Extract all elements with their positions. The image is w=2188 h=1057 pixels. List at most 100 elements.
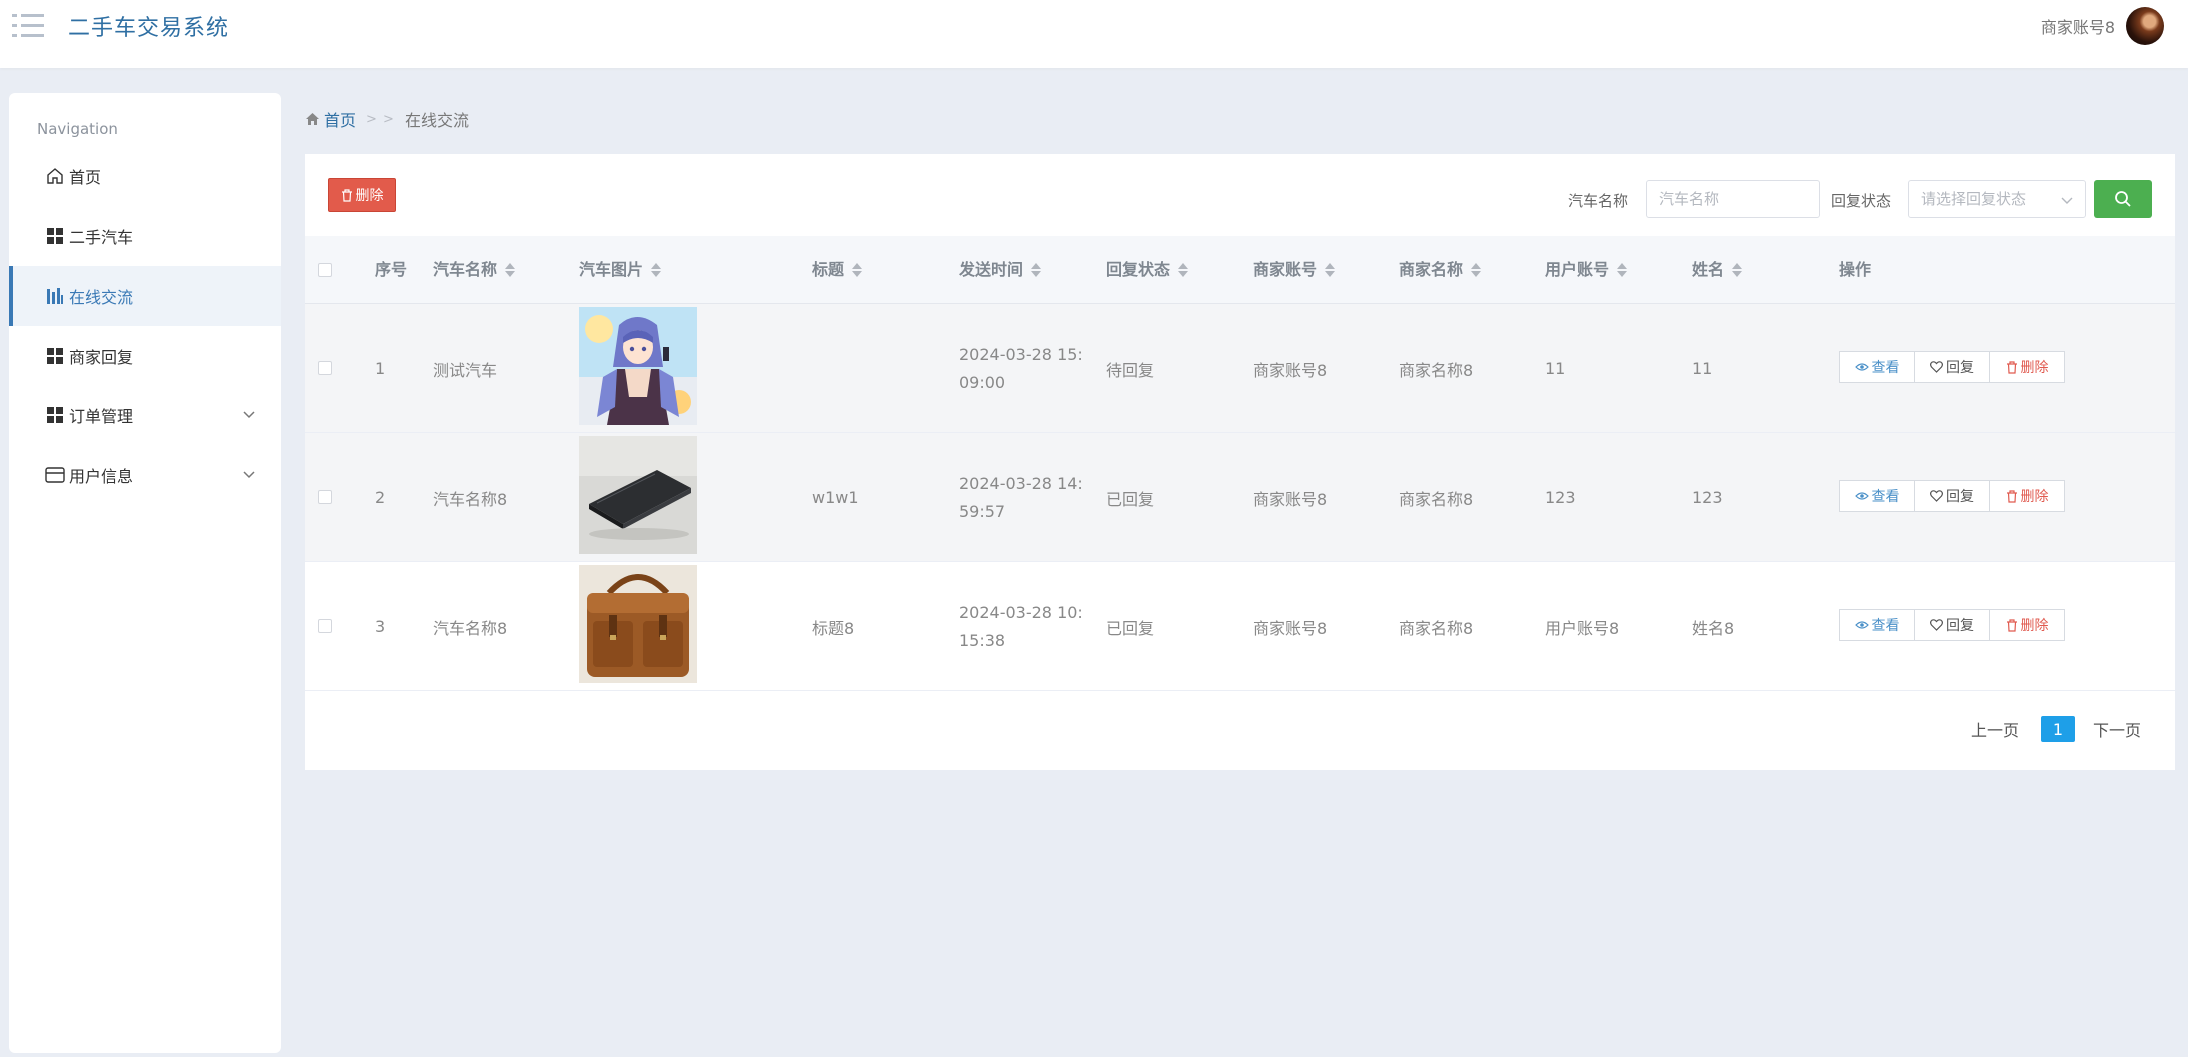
column-header-title[interactable]: 标题 [812, 236, 863, 304]
chevron-down-icon[interactable] [241, 406, 257, 422]
user-name[interactable]: 商家账号8 [2041, 14, 2115, 38]
breadcrumb-separator: > > [366, 111, 395, 127]
current-page-button[interactable]: 1 [2040, 716, 2075, 742]
sidebar-item-orders[interactable]: 订单管理 [9, 385, 281, 445]
row-reply-status: 已回复 [1106, 489, 1155, 509]
view-button[interactable]: 查看 [1839, 351, 1915, 383]
prev-page-button[interactable]: 上一页 [1971, 717, 2019, 741]
column-header-user-account[interactable]: 用户账号 [1545, 236, 1628, 304]
car-image-thumbnail[interactable] [579, 565, 697, 683]
column-header-index: 序号 [375, 260, 408, 279]
row-index: 1 [375, 359, 386, 378]
bulk-delete-button[interactable]: 删除 [328, 178, 396, 212]
chevron-down-icon[interactable] [241, 466, 257, 482]
table-row[interactable]: 3 汽车名称8 标题8 2024-03-28 10: 15:38 已回复 商家账号… [305, 562, 2175, 691]
car-image-thumbnail[interactable] [579, 436, 697, 554]
table-header: 序号 汽车名称 汽车图片 标题 发送时间 回复状态 商家账号 商家名称 用户账号… [305, 236, 2175, 304]
sidebar-item-home[interactable]: 首页 [9, 146, 281, 206]
eye-icon [1854, 363, 1869, 371]
breadcrumb-home-label: 首页 [324, 111, 357, 130]
sort-icon[interactable] [505, 262, 516, 278]
reply-status-select[interactable] [1908, 180, 2086, 218]
car-image-thumbnail[interactable] [579, 307, 697, 425]
list-menu-icon[interactable] [12, 12, 44, 40]
column-header-reply-status[interactable]: 回复状态 [1106, 236, 1189, 304]
car-name-filter-label: 汽车名称 [1568, 192, 1629, 210]
home-icon [45, 166, 65, 186]
reply-button[interactable]: 回复 [1914, 351, 1990, 383]
sidebar-item-label: 用户信息 [69, 467, 134, 486]
sidebar-item-used-cars[interactable]: 二手汽车 [9, 206, 281, 266]
row-checkbox[interactable] [318, 619, 332, 633]
trash-icon [2006, 618, 2017, 632]
eye-icon [1854, 621, 1869, 629]
sidebar-item-online-chat[interactable]: 在线交流 [9, 266, 281, 326]
sort-icon[interactable] [1031, 262, 1042, 278]
row-actions: 查看 回复 删除 [1839, 351, 2065, 383]
sidebar-item-label: 商家回复 [69, 348, 134, 367]
eye-icon [1854, 492, 1869, 500]
row-title: w1w1 [812, 488, 859, 507]
sort-icon[interactable] [651, 262, 662, 278]
sidebar: Navigation 首页 二手汽车 在线交流 商家回复 订单管理 用户信息 [9, 93, 281, 1053]
sidebar-item-label: 首页 [69, 168, 102, 187]
column-header-car-image[interactable]: 汽车图片 [579, 236, 662, 304]
column-header-actions: 操作 [1839, 260, 1872, 279]
delete-button[interactable]: 删除 [1989, 351, 2065, 383]
sidebar-item-user-info[interactable]: 用户信息 [9, 445, 281, 505]
chevron-down-icon [2060, 192, 2074, 206]
trash-icon [2006, 489, 2017, 503]
delete-button[interactable]: 删除 [1989, 609, 2065, 641]
sort-icon[interactable] [1325, 262, 1336, 278]
select-all-checkbox[interactable] [318, 263, 332, 277]
pagination: 上一页 1 下一页 [1971, 716, 2141, 742]
search-button[interactable] [2094, 180, 2152, 218]
next-page-button[interactable]: 下一页 [2093, 717, 2141, 741]
nav-heading: Navigation [37, 120, 118, 138]
top-header: 二手车交易系统 商家账号8 [0, 0, 2188, 68]
breadcrumb-home[interactable]: 首页 [305, 107, 356, 131]
column-header-send-time[interactable]: 发送时间 [959, 236, 1042, 304]
search-icon [2115, 191, 2131, 207]
row-checkbox[interactable] [318, 490, 332, 504]
delete-button[interactable]: 删除 [1989, 480, 2065, 512]
table-row[interactable]: 2 汽车名称8 w1w1 2024-03-28 14: 59:57 已回复 商家账… [305, 433, 2175, 562]
row-name: 11 [1692, 359, 1713, 378]
column-header-car-name[interactable]: 汽车名称 [433, 236, 516, 304]
column-header-name[interactable]: 姓名 [1692, 236, 1743, 304]
row-actions: 查看 回复 删除 [1839, 609, 2065, 641]
sort-icon[interactable] [1471, 262, 1482, 278]
column-header-merchant-name[interactable]: 商家名称 [1399, 236, 1482, 304]
row-send-time: 2024-03-28 15: 09:00 [959, 344, 1083, 392]
sidebar-item-merchant-reply[interactable]: 商家回复 [9, 326, 281, 386]
sort-icon[interactable] [1732, 262, 1743, 278]
sort-icon[interactable] [1178, 262, 1189, 278]
row-checkbox[interactable] [318, 361, 332, 375]
grid-icon [45, 405, 65, 425]
view-button[interactable]: 查看 [1839, 480, 1915, 512]
view-button[interactable]: 查看 [1839, 609, 1915, 641]
trash-icon [341, 188, 352, 202]
row-merchant-account: 商家账号8 [1253, 360, 1328, 380]
row-car-name: 汽车名称8 [433, 489, 508, 509]
reply-button[interactable]: 回复 [1914, 480, 1990, 512]
row-car-name: 测试汽车 [433, 360, 498, 380]
row-reply-status: 已回复 [1106, 618, 1155, 638]
sort-icon[interactable] [852, 262, 863, 278]
row-merchant-account: 商家账号8 [1253, 618, 1328, 638]
row-merchant-account: 商家账号8 [1253, 489, 1328, 509]
home-icon [306, 113, 319, 125]
row-car-name: 汽车名称8 [433, 618, 508, 638]
row-user-account: 用户账号8 [1545, 618, 1620, 638]
row-user-account: 123 [1545, 488, 1576, 507]
car-name-search-input[interactable] [1646, 180, 1820, 218]
row-index: 2 [375, 488, 386, 507]
avatar[interactable] [2126, 7, 2164, 45]
sort-icon[interactable] [1617, 262, 1628, 278]
table-row[interactable]: 1 测试汽车 2024-03-28 15: 09:00 待回复 商家账号8 商家… [305, 304, 2175, 433]
column-header-merchant-account[interactable]: 商家账号 [1253, 236, 1336, 304]
heart-icon [1930, 361, 1943, 373]
grid-icon [45, 346, 65, 366]
reply-button[interactable]: 回复 [1914, 609, 1990, 641]
bulk-delete-label: 删除 [355, 188, 384, 204]
